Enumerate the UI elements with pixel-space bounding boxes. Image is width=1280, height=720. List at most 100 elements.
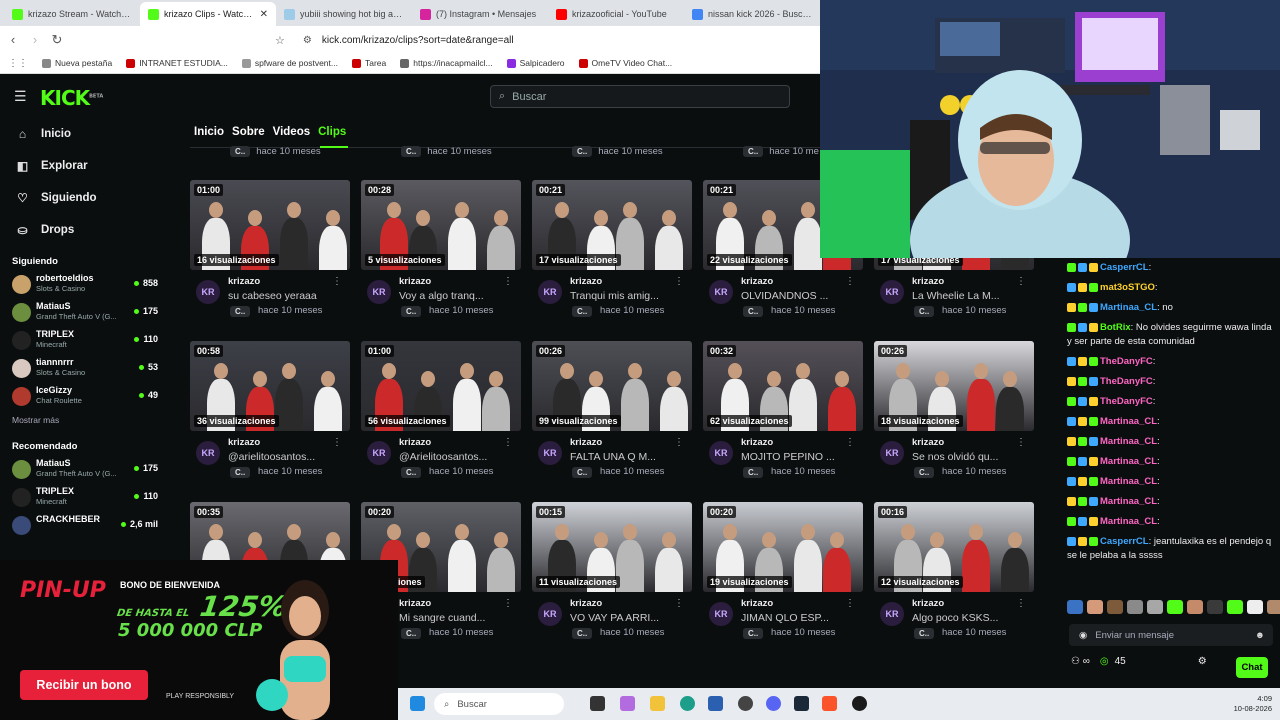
clip-thumbnail[interactable]: 00:26 99 visualizaciones <box>532 341 692 431</box>
browser-tab[interactable]: (7) Instagram • Mensajes <box>412 2 548 26</box>
channel-item[interactable]: tiannnrrr Slots & Casino 53 <box>0 355 168 383</box>
clip-author[interactable]: krizazo <box>741 598 773 609</box>
clip-card[interactable]: 00:21 17 visualizaciones KR krizazo Tranqui … <box>532 180 692 328</box>
bookmark-icon[interactable]: ☆ <box>275 34 285 47</box>
emote[interactable] <box>1147 600 1163 614</box>
clip-card[interactable]: 01:00 16 visualizaciones KR krizazo su cabes… <box>190 180 350 328</box>
clip-card[interactable]: 00:16 12 visualizaciones KR krizazo Algo poc… <box>874 502 1034 650</box>
more-options-icon[interactable]: ⋮ <box>503 276 513 287</box>
clip-thumbnail[interactable]: 00:21 17 visualizaciones <box>532 180 692 270</box>
clip-thumbnail[interactable]: 00:16 12 visualizaciones <box>874 502 1034 592</box>
clip-author[interactable]: krizazo <box>912 276 944 287</box>
clip-author[interactable]: krizazo <box>570 276 602 287</box>
clip-card[interactable]: 00:15 11 visualizaciones KR krizazo VO VAY P… <box>532 502 692 650</box>
clip-card[interactable]: 00:20 19 visualizaciones KR krizazo JIMAN QL… <box>703 502 863 650</box>
more-options-icon[interactable]: ⋮ <box>332 276 342 287</box>
sidebar-item-siguiendo[interactable]: ♡ Siguiendo <box>0 182 168 214</box>
channel-item[interactable]: IceGizzy Chat Roulette 49 <box>0 383 168 411</box>
chat-username[interactable]: mat3oSTGO <box>1100 282 1155 293</box>
more-options-icon[interactable]: ⋮ <box>1016 276 1026 287</box>
bookmark-item[interactable]: spfware de postvent... <box>241 58 338 68</box>
more-options-icon[interactable]: ⋮ <box>845 276 855 287</box>
clip-title[interactable]: @Arielitoosantos... <box>399 451 487 463</box>
sidebar-item-drops[interactable]: ⛀ Drops <box>0 214 168 246</box>
clip-author[interactable]: krizazo <box>912 598 944 609</box>
obs-icon[interactable] <box>852 696 867 711</box>
category-chip[interactable]: C.. <box>743 306 764 317</box>
clip-author[interactable]: krizazo <box>228 276 260 287</box>
tab-clips[interactable]: Clips <box>318 126 346 138</box>
clip-thumbnail[interactable]: 00:15 11 visualizaciones <box>532 502 692 592</box>
more-options-icon[interactable]: ⋮ <box>1016 437 1026 448</box>
channel-item[interactable]: MatiauS Grand Theft Auto V (G... 175 <box>0 456 168 484</box>
channel-avatar[interactable]: KR <box>880 280 904 304</box>
category-chip[interactable]: C.. <box>572 306 593 317</box>
emote[interactable] <box>1187 600 1203 614</box>
chat-username[interactable]: BotRix <box>1100 322 1131 333</box>
bookmark-item[interactable]: OmeTV Video Chat... <box>578 58 672 68</box>
chat-send-button[interactable]: Chat <box>1236 657 1268 678</box>
emoji-icon[interactable]: ☻ <box>1255 630 1265 641</box>
channel-avatar[interactable]: KR <box>709 602 733 626</box>
channel-avatar[interactable]: KR <box>196 280 220 304</box>
channel-avatar[interactable]: KR <box>709 441 733 465</box>
channel-avatar[interactable]: KR <box>196 441 220 465</box>
tab-videos[interactable]: Videos <box>273 126 311 138</box>
channel-item[interactable]: TRIPLEX Minecraft 110 <box>0 327 168 355</box>
emote[interactable] <box>1107 600 1123 614</box>
bookmark-item[interactable]: https://inacapmailcl... <box>400 58 493 68</box>
emote[interactable] <box>1127 600 1143 614</box>
channel-avatar[interactable]: KR <box>538 602 562 626</box>
copilot-icon[interactable] <box>620 696 635 711</box>
clip-title[interactable]: Algo poco KSKS... <box>912 612 998 624</box>
emote[interactable] <box>1087 600 1103 614</box>
clip-title[interactable]: MOJITO PEPINO ... <box>741 451 835 463</box>
menu-icon[interactable]: ☰ <box>14 88 27 105</box>
search-input[interactable]: ⌕ Buscar <box>490 85 790 108</box>
channel-avatar[interactable]: KR <box>367 280 391 304</box>
clip-title[interactable]: Voy a algo tranq... <box>399 290 484 302</box>
more-options-icon[interactable]: ⋮ <box>1016 598 1026 609</box>
tab-sobre[interactable]: Sobre <box>232 126 265 138</box>
emote[interactable] <box>1247 600 1263 614</box>
category-chip[interactable]: C.. <box>230 467 251 478</box>
clip-card[interactable]: 00:58 36 visualizaciones KR krizazo @arielit… <box>190 341 350 489</box>
emote[interactable] <box>1207 600 1223 614</box>
more-options-icon[interactable]: ⋮ <box>845 598 855 609</box>
clip-card[interactable]: 00:26 99 visualizaciones KR krizazo FALTA UN… <box>532 341 692 489</box>
clip-author[interactable]: krizazo <box>741 276 773 287</box>
category-chip[interactable]: C.. <box>572 467 593 478</box>
address-bar[interactable]: ☆ ⚙ kick.com/krizazo/clips?sort=date&ran… <box>275 30 514 50</box>
category-chip[interactable]: C.. <box>914 306 935 317</box>
brave-icon[interactable] <box>822 696 837 711</box>
settings-icon[interactable]: ⚙ <box>1198 656 1207 667</box>
bookmark-item[interactable]: Tarea <box>352 58 386 68</box>
category-chip[interactable]: C.. <box>572 628 593 639</box>
clip-thumbnail[interactable]: 00:26 18 visualizaciones <box>874 341 1034 431</box>
points-icon[interactable]: ◎ <box>1100 656 1109 667</box>
category-chip[interactable]: C.. <box>401 306 422 317</box>
channel-avatar[interactable]: KR <box>880 441 904 465</box>
taskbar-search[interactable]: ⌕ Buscar <box>434 693 564 715</box>
clip-author[interactable]: krizazo <box>912 437 944 448</box>
store-icon[interactable] <box>708 696 723 711</box>
channel-avatar[interactable]: KR <box>367 441 391 465</box>
chat-username[interactable]: CasperrCL <box>1100 536 1149 547</box>
category-chip[interactable]: C.. <box>914 467 935 478</box>
clip-thumbnail[interactable]: 00:28 5 visualizaciones <box>361 180 521 270</box>
channel-avatar[interactable]: KR <box>538 441 562 465</box>
forward-icon[interactable]: › <box>24 32 46 47</box>
chrome-icon[interactable] <box>738 696 753 711</box>
clip-title[interactable]: Mi sangre cuand... <box>399 612 485 624</box>
bookmark-item[interactable]: INTRANET ESTUDIA... <box>126 58 228 68</box>
more-options-icon[interactable]: ⋮ <box>845 437 855 448</box>
advertisement-banner[interactable]: PIN-UP BONO DE BIENVENIDA DE HASTA EL 12… <box>0 560 398 720</box>
clip-author[interactable]: krizazo <box>570 598 602 609</box>
browser-tab[interactable]: krizazo Clips - Watch Li ✕ <box>140 2 276 26</box>
windows-start-icon[interactable] <box>410 696 425 711</box>
category-chip[interactable]: C.. <box>743 628 764 639</box>
chat-username[interactable]: Martinaa_CL <box>1100 436 1157 447</box>
ad-claim-button[interactable]: Recibir un bono <box>20 670 148 700</box>
category-chip[interactable]: C.. <box>914 628 935 639</box>
close-tab-icon[interactable]: ✕ <box>260 9 268 20</box>
